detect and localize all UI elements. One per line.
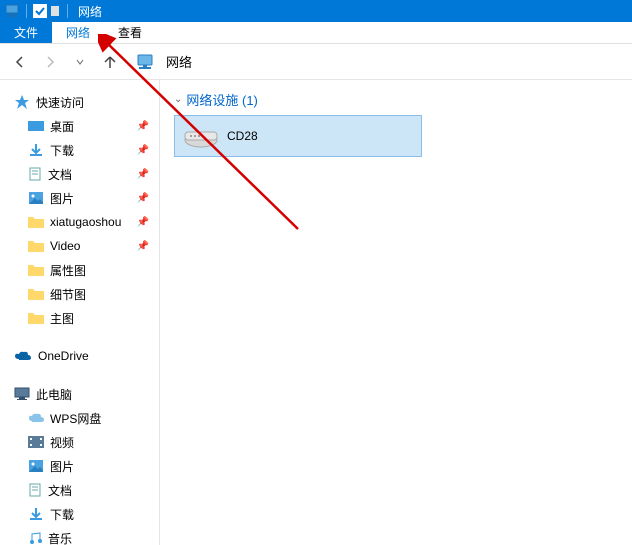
cloud-icon xyxy=(28,412,44,424)
sidebar-item-folder[interactable]: 细节图 xyxy=(0,282,159,306)
desktop-icon xyxy=(28,119,44,133)
download-icon xyxy=(28,507,44,521)
sidebar-item-folder[interactable]: 主图 xyxy=(0,306,159,330)
folder-icon xyxy=(28,239,44,253)
music-icon xyxy=(28,531,42,545)
pin-icon: 📌 xyxy=(137,145,149,156)
video-icon xyxy=(28,436,44,448)
folder-icon xyxy=(28,311,44,325)
network-device-tile[interactable]: CD28 xyxy=(174,115,422,157)
sidebar-item-documents[interactable]: 文档📌 xyxy=(0,162,159,186)
recent-dropdown[interactable] xyxy=(68,50,92,74)
download-icon xyxy=(28,143,44,157)
navigation-sidebar: 快速访问 桌面📌 下载📌 文档📌 图片📌 xiatugaoshou📌 xyxy=(0,80,160,545)
navigation-bar: 网络 xyxy=(0,44,632,80)
address-network-icon xyxy=(134,51,156,73)
pin-icon: 📌 xyxy=(137,217,149,228)
up-button[interactable] xyxy=(98,50,122,74)
ribbon-tabs: 文件 网络 查看 xyxy=(0,22,632,44)
sidebar-item-pictures[interactable]: 图片📌 xyxy=(0,186,159,210)
sidebar-label: 快速访问 xyxy=(36,94,84,111)
sidebar-item-music[interactable]: 音乐 xyxy=(0,526,159,545)
folder-icon xyxy=(28,263,44,277)
sidebar-quick-access[interactable]: 快速访问 xyxy=(0,90,159,114)
tab-network[interactable]: 网络 xyxy=(52,22,104,43)
picture-icon xyxy=(28,459,44,473)
content-pane: ⌄ 网络设施 (1) CD28 xyxy=(160,80,632,545)
pin-icon: 📌 xyxy=(137,121,149,132)
device-name: CD28 xyxy=(227,129,258,143)
sidebar-item-folder[interactable]: 属性图 xyxy=(0,258,159,282)
dropdown-icon[interactable] xyxy=(51,4,61,18)
forward-button[interactable] xyxy=(38,50,62,74)
pin-icon: 📌 xyxy=(137,241,149,252)
document-icon xyxy=(28,483,42,497)
folder-icon xyxy=(28,287,44,301)
tab-file[interactable]: 文件 xyxy=(0,22,52,43)
sidebar-item-desktop[interactable]: 桌面📌 xyxy=(0,114,159,138)
sidebar-onedrive[interactable]: OneDrive xyxy=(0,344,159,368)
folder-icon xyxy=(28,215,44,229)
back-button[interactable] xyxy=(8,50,32,74)
cloud-icon xyxy=(14,350,32,362)
pc-icon xyxy=(14,387,30,401)
chevron-down-icon: ⌄ xyxy=(174,94,182,105)
pin-icon: 📌 xyxy=(137,193,149,204)
sidebar-item-folder[interactable]: Video📌 xyxy=(0,234,159,258)
tab-view[interactable]: 查看 xyxy=(104,22,156,43)
star-icon xyxy=(14,94,30,110)
sidebar-item-documents[interactable]: 文档 xyxy=(0,478,159,502)
router-icon xyxy=(183,122,219,150)
network-icon xyxy=(4,4,20,18)
document-icon xyxy=(28,167,42,181)
address-text[interactable]: 网络 xyxy=(166,52,192,71)
pin-icon: 📌 xyxy=(137,169,149,180)
window-titlebar: 网络 xyxy=(0,0,632,22)
sidebar-item-downloads[interactable]: 下载 xyxy=(0,502,159,526)
section-header[interactable]: ⌄ 网络设施 (1) xyxy=(174,90,618,109)
window-title: 网络 xyxy=(78,3,102,20)
sidebar-item-folder[interactable]: xiatugaoshou📌 xyxy=(0,210,159,234)
sidebar-thispc[interactable]: 此电脑 xyxy=(0,382,159,406)
sidebar-item-wps[interactable]: WPS网盘 xyxy=(0,406,159,430)
picture-icon xyxy=(28,191,44,205)
checkbox-icon[interactable] xyxy=(33,4,47,18)
sidebar-item-video[interactable]: 视频 xyxy=(0,430,159,454)
sidebar-item-downloads[interactable]: 下载📌 xyxy=(0,138,159,162)
sidebar-item-pictures[interactable]: 图片 xyxy=(0,454,159,478)
